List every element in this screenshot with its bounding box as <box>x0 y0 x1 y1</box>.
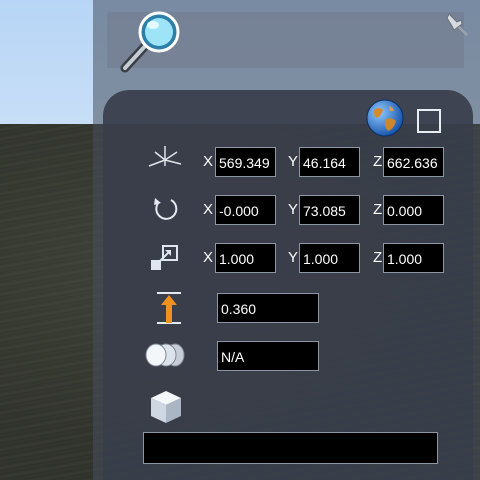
search-icon[interactable] <box>117 8 187 74</box>
scale-z-input[interactable]: 1.000 <box>383 243 444 273</box>
lod-icon <box>145 343 185 367</box>
position-y-label: Y <box>288 153 299 170</box>
position-x-input[interactable]: 569.349 <box>215 147 276 177</box>
lod-input[interactable]: N/A <box>217 341 319 371</box>
rotate-icon <box>154 198 178 220</box>
rotation-x-label: X <box>203 201 214 218</box>
height-offset-input[interactable]: 0.360 <box>217 293 319 323</box>
scale-x-label: X <box>203 249 214 266</box>
object-properties-panel: X 569.349 Y 46.164 Z 662.636 X -0.000 Y … <box>93 0 480 480</box>
scale-icon <box>151 245 178 270</box>
position-x-label: X <box>203 153 214 170</box>
pin-icon[interactable] <box>443 10 471 38</box>
cube-icon <box>151 391 181 423</box>
position-z-label: Z <box>373 153 383 170</box>
rotation-z-label: Z <box>373 201 383 218</box>
axis-gizmo-icon <box>148 146 182 167</box>
scale-z-label: Z <box>373 249 383 266</box>
rotation-y-input[interactable]: 73.085 <box>299 195 360 225</box>
rotation-z-input[interactable]: 0.000 <box>383 195 444 225</box>
position-z-input[interactable]: 662.636 <box>383 147 444 177</box>
scale-y-label: Y <box>288 249 299 266</box>
object-name-field[interactable] <box>143 432 438 464</box>
scale-x-input[interactable]: 1.000 <box>215 243 276 273</box>
rotation-y-label: Y <box>288 201 299 218</box>
local-space-checkbox[interactable] <box>417 109 441 133</box>
scale-y-input[interactable]: 1.000 <box>299 243 360 273</box>
rotation-x-input[interactable]: -0.000 <box>215 195 276 225</box>
position-y-input[interactable]: 46.164 <box>299 147 360 177</box>
height-arrow-icon <box>157 292 181 324</box>
globe-icon[interactable] <box>365 98 405 138</box>
